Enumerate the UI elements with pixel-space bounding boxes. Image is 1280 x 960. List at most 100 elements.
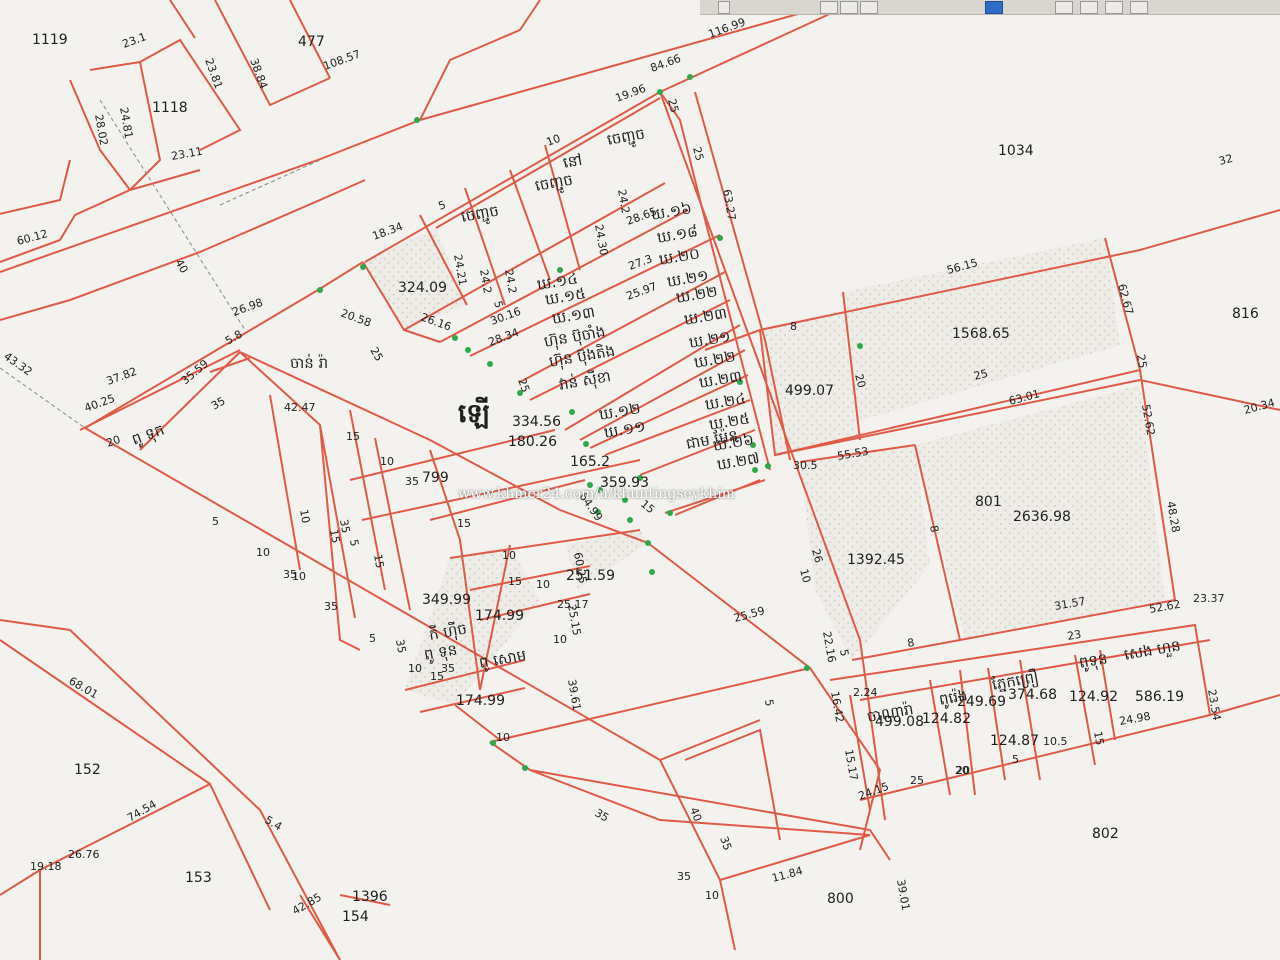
parcel-number-1396-12: 1396 <box>352 889 388 905</box>
toolbar-button-2[interactable] <box>840 1 858 14</box>
dimension-label-91: 39.01 <box>894 878 912 911</box>
area-label-3: 334.56 <box>512 414 561 430</box>
survey-node-0 <box>317 287 323 293</box>
survey-node-18 <box>717 235 723 241</box>
dimension-label-5: 38.84 <box>247 57 270 91</box>
parcel-boundary-61 <box>529 769 891 861</box>
dimension-label-32: 24.2 <box>477 268 494 294</box>
toolbar-button-1[interactable] <box>820 1 838 14</box>
dimension-label-84: 10 <box>553 633 567 646</box>
lot-label-5: ឃ.២៣ <box>683 304 729 329</box>
dimension-label-88: 35 <box>677 870 691 883</box>
dimension-label-118: 10 <box>496 731 510 744</box>
dimension-label-67: 15.17 <box>842 748 860 781</box>
dimension-label-43: 10 <box>797 567 813 584</box>
dimension-label-10: 37.82 <box>105 365 139 388</box>
dimension-label-8: 40 <box>172 257 190 276</box>
cadastral-map-screen: 1119 1118 477 1034 816 799 801 802 800 152 153 154 1… <box>0 0 1280 960</box>
parcel-number-1034-3: 1034 <box>998 143 1034 159</box>
parcel-number-154-11: 154 <box>342 909 369 925</box>
survey-node-22 <box>765 463 771 469</box>
dimension-label-49: 8 <box>790 320 797 333</box>
parcel-boundary-68 <box>239 351 361 651</box>
survey-node-3 <box>657 89 663 95</box>
parcel-boundary-64 <box>659 719 761 761</box>
toolbar-button-5[interactable] <box>1080 1 1098 14</box>
dimension-label-104: 5 <box>212 515 219 528</box>
area-label-7: 1392.45 <box>847 552 905 568</box>
owner-label-1: នៅ <box>562 151 584 172</box>
dimension-label-87: 35 <box>717 835 734 853</box>
dimension-label-45: 32 <box>1217 152 1234 168</box>
dimension-label-100: 10 <box>380 455 394 468</box>
dimension-label-93: 74.54 <box>125 798 159 825</box>
parcel-boundary-59 <box>489 741 871 836</box>
dimension-label-48: 25 <box>1134 353 1149 369</box>
toolbar-button-3[interactable] <box>860 1 878 14</box>
toolbar-button-4[interactable] <box>1055 1 1073 14</box>
toolbar-button-active[interactable] <box>985 1 1003 14</box>
dimension-label-116: 15 <box>508 575 522 588</box>
dimension-label-24: 25 <box>690 145 706 162</box>
area-label-19: 586.19 <box>1135 689 1184 705</box>
dimension-label-19: 25 <box>367 345 385 364</box>
toolbar-dropdown[interactable] <box>718 1 730 14</box>
parcel-boundary-66 <box>719 879 736 951</box>
dimension-label-25: 63.27 <box>720 188 738 221</box>
cad-toolbar <box>700 0 1280 15</box>
survey-node-15 <box>645 540 651 546</box>
dimension-label-1: 23.81 <box>202 57 225 91</box>
area-label-11: 174.99 <box>475 608 524 624</box>
parcel-boundary-88 <box>0 869 41 896</box>
parcel-boundary-6 <box>214 0 331 107</box>
survey-node-10 <box>569 409 575 415</box>
guide-line-0 <box>0 367 86 429</box>
parcel-number-799-5: 799 <box>422 470 449 486</box>
dimension-label-95: 19.18 <box>30 860 62 873</box>
dimension-label-66: 16.42 <box>828 690 846 723</box>
dimension-label-73: 15 <box>1091 730 1106 746</box>
area-label-0: 324.09 <box>398 280 447 296</box>
dimension-label-89: 10 <box>705 889 719 902</box>
area-label-18: 124.92 <box>1069 689 1118 705</box>
parcel-number-153-10: 153 <box>185 870 212 886</box>
dimension-label-15: 35 <box>209 394 228 412</box>
dimension-label-120: 5 <box>347 538 361 547</box>
parcel-number-801-6: 801 <box>975 494 1002 510</box>
dimension-label-14: 35.59 <box>179 357 211 387</box>
survey-node-6 <box>465 347 471 353</box>
dimension-label-6: 108.57 <box>322 47 363 72</box>
dimension-label-2: 24.81 <box>117 106 135 139</box>
toolbar-button-7[interactable] <box>1130 1 1148 14</box>
dimension-label-16: 26.98 <box>231 296 265 319</box>
parcel-number-1118-1: 1118 <box>152 100 188 116</box>
dimension-label-98: 42.47 <box>284 401 316 414</box>
dimension-label-109: 35 <box>324 600 338 613</box>
dimension-label-38: 28.34 <box>487 326 521 349</box>
dimension-label-117: 10 <box>536 578 550 591</box>
toolbar-button-6[interactable] <box>1105 1 1123 14</box>
dimension-label-22: 116.99 <box>707 15 748 40</box>
parcel-boundary-0 <box>0 169 201 263</box>
survey-node-29 <box>857 343 863 349</box>
area-label-14: 124.82 <box>922 711 971 727</box>
parcel-tint-0 <box>363 228 467 330</box>
dimension-label-96: 5.4 <box>263 813 285 833</box>
area-label-1: 1568.65 <box>952 326 1010 342</box>
lot-label-1: ឃ.១៨ <box>656 222 700 247</box>
village-label: ឡើ <box>458 396 490 429</box>
dimension-label-18: 20.58 <box>339 307 373 330</box>
dimension-label-105: 10 <box>256 546 270 559</box>
watermark: www.khmer24.com/u/khuntingseykhim <box>458 486 735 502</box>
area-label-2: 499.07 <box>785 383 834 399</box>
dimension-label-71: 5 <box>1012 753 1019 766</box>
parcel-boundary-10 <box>519 0 541 31</box>
parcel-number-477-2: 477 <box>298 34 325 50</box>
parcel-map[interactable]: 1119 1118 477 1034 816 799 801 802 800 152 153 154 1… <box>0 0 1280 960</box>
lot-label-8: ឃ.២៣ <box>698 367 744 392</box>
dimension-label-110: 5 <box>369 632 376 645</box>
area-label-17: 124.87 <box>990 733 1039 749</box>
parcel-boundary-16 <box>79 349 241 431</box>
dimension-label-35: 25.97 <box>625 280 659 303</box>
dimension-label-121: 15 <box>430 670 444 683</box>
